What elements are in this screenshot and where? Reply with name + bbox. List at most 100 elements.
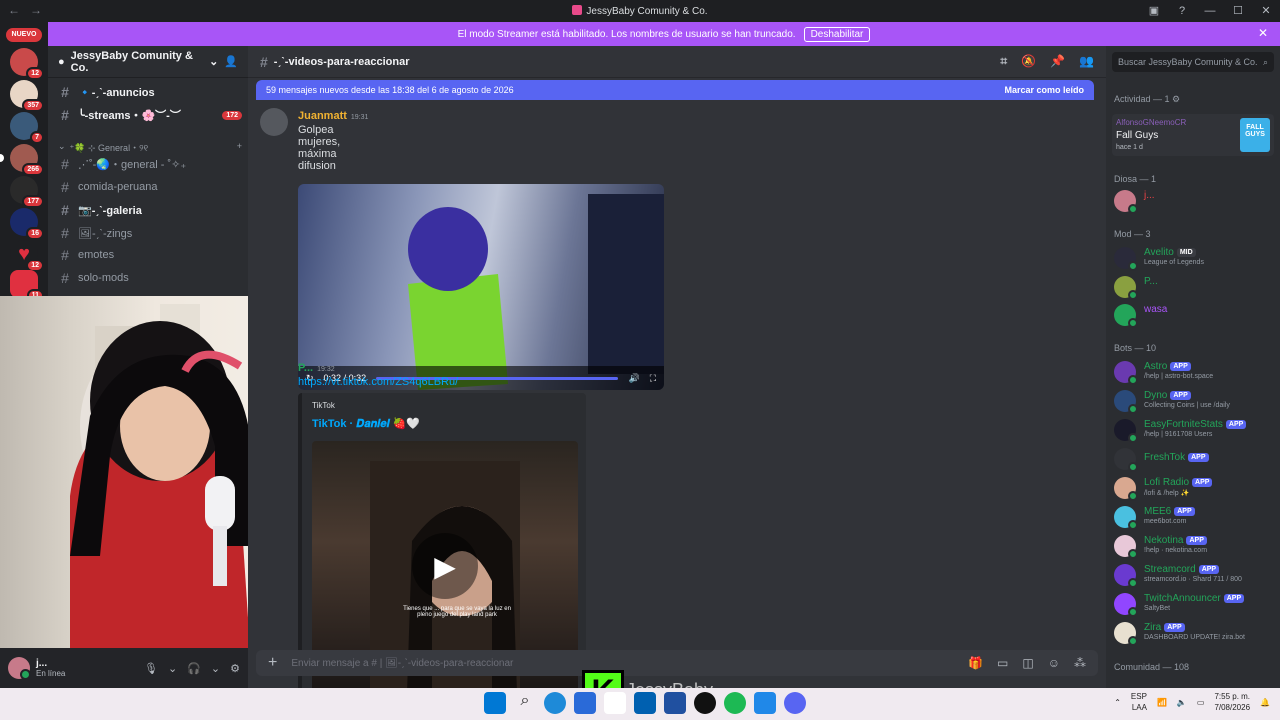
video-frame [408, 194, 664, 390]
server-badge: 266 [22, 163, 44, 176]
pin-icon[interactable]: 📌 [1050, 54, 1065, 69]
channel-item[interactable]: # 🖼-ˏˋ-zings [58, 223, 242, 243]
search-input[interactable]: Buscar JessyBaby Comunity & Co. ⌕ [1112, 52, 1274, 72]
member-item[interactable]: EasyFortniteStats APP/help | 9161708 User… [1114, 417, 1278, 443]
member-item[interactable]: Dyno APP Collecting Coins | use /daily [1114, 388, 1278, 414]
inbox-icon[interactable]: ▣ [1140, 0, 1168, 22]
embed-title[interactable]: TikTok · 𝑫𝒂𝒏𝒊𝒆𝒍 🍓🤍 [312, 417, 420, 431]
emoji-icon[interactable]: ☺ [1048, 656, 1060, 670]
message-composer[interactable]: + Enviar mensaje a # | 🖼-ˏˋ-videos-para-… [256, 650, 1098, 676]
member-item[interactable]: FreshTok APP [1114, 446, 1278, 472]
app-tag: APP [1186, 536, 1207, 545]
channel-item[interactable]: # 🔹-ˏˋ-anuncios [58, 82, 242, 102]
member-item[interactable]: Nekotina APP !help · nekotina.com [1114, 533, 1278, 559]
gif-icon[interactable]: ▭ [997, 656, 1008, 670]
apps-icon[interactable]: ⁂ [1074, 656, 1086, 670]
server-icon[interactable]: 16 [10, 208, 44, 240]
threads-icon[interactable]: ⌗ [1000, 54, 1007, 69]
battery-icon[interactable]: ▭ [1197, 698, 1205, 707]
app-icon[interactable] [604, 692, 626, 714]
app-tag: APP [1225, 420, 1247, 429]
wifi-icon[interactable]: 📶 [1157, 698, 1167, 707]
volume-icon[interactable]: 🔈 [1177, 698, 1187, 707]
video-player[interactable]: ↻ 0:32 / 0:32 🔊 ⛶ [298, 184, 664, 390]
member-item[interactable]: Zira APP DASHBOARD UPDATE! zira.bot [1114, 620, 1278, 646]
member-item[interactable]: Streamcord APP streamcord.io · Shard 711 /… [1114, 562, 1278, 588]
gift-icon[interactable]: 🎁 [968, 656, 983, 670]
app-store-icon[interactable] [754, 692, 776, 714]
window-controls: ▣ ? — ☐ ✕ [1140, 0, 1280, 22]
disable-streamer-button[interactable]: Deshabilitar [803, 26, 871, 42]
close-button[interactable]: ✕ [1252, 0, 1280, 22]
discord-icon[interactable] [784, 692, 806, 714]
notification-icon[interactable]: 🔔 [1260, 698, 1270, 707]
mark-read-button[interactable]: Marcar como leído [1004, 85, 1084, 95]
search-icon[interactable]: ⌕ [514, 692, 536, 714]
sticker-icon[interactable]: ◫ [1022, 656, 1033, 670]
category-header[interactable]: ⌄ ⁺🍀 ⊹ General・୨୧ + [58, 141, 242, 154]
channel-item[interactable]: # emotes [58, 245, 242, 265]
close-icon[interactable]: ✕ [1258, 26, 1268, 40]
member-list: Buscar JessyBaby Comunity & Co. ⌕ Activid… [1106, 46, 1280, 688]
member-item[interactable]: Lofi Radio APP/lofi & /help ✨ [1114, 475, 1278, 501]
avatar[interactable] [260, 108, 288, 136]
member-item[interactable]: Avelito MID League of Legends [1114, 245, 1278, 271]
message-input[interactable]: Enviar mensaje a # | 🖼-ˏˋ-videos-para-re… [291, 658, 513, 669]
member-item[interactable]: MEE6 APP mee6bot.com [1114, 504, 1278, 530]
channel-item[interactable]: # ╰-streams・🌸︶-︶ 172 [58, 105, 242, 125]
edge-browser-icon[interactable] [544, 692, 566, 714]
minimize-button[interactable]: — [1196, 0, 1224, 22]
chevron-up-icon[interactable]: ⌃ [1114, 698, 1121, 707]
app-icon[interactable] [664, 692, 686, 714]
app-icon[interactable] [574, 692, 596, 714]
members-icon[interactable]: 👥 [1079, 54, 1094, 69]
heart-server-icon[interactable]: ♥ 12 [10, 240, 44, 272]
member-item[interactable]: j... [1114, 188, 1278, 214]
channel-header: # -ˏˋ-videos-para-reaccionar ⌗ 🔕 📌 👥 [248, 46, 1106, 78]
tiktok-link[interactable]: https://vt.tiktok.com/ZS4q6LBRu/ [298, 376, 458, 388]
server-icon[interactable]: 177 [10, 176, 44, 208]
channel-item[interactable]: # 📷-ˏˋ-galeria [58, 200, 242, 220]
add-channel-icon[interactable]: + [237, 141, 242, 154]
member-item[interactable]: TwitchAnnouncer APP SaltyBet [1114, 591, 1278, 617]
avatar[interactable] [8, 657, 31, 680]
channel-item[interactable]: # ⋰˚-🌏・general - ˚✧₊ [58, 154, 242, 174]
server-icon[interactable]: 7 [10, 112, 44, 144]
maximize-button[interactable]: ☐ [1224, 0, 1252, 22]
mute-bell-icon[interactable]: 🔕 [1021, 54, 1036, 69]
member-item[interactable]: P... [1114, 274, 1278, 300]
chevron-down-icon[interactable]: ⌄ [168, 662, 177, 675]
help-icon[interactable]: ? [1168, 0, 1196, 22]
new-messages-bar[interactable]: 59 mensajes nuevos desde las 18:38 del 6… [256, 80, 1094, 100]
headphones-icon[interactable]: 🎧 [187, 662, 201, 675]
server-icon[interactable]: 11 [10, 270, 44, 302]
clock[interactable]: 7:55 p. m. 7/08/2026 [1214, 691, 1250, 713]
mail-icon[interactable] [634, 692, 656, 714]
chevron-down-icon[interactable]: ⌄ [211, 662, 220, 675]
server-icon[interactable]: 357 [10, 80, 44, 112]
server-icon[interactable]: 266 [10, 144, 44, 176]
fullscreen-icon[interactable]: ⛶ [650, 373, 656, 384]
volume-icon[interactable]: 🔊 [628, 373, 639, 384]
channel-item[interactable]: # comida-peruana [58, 177, 242, 197]
windows-start-icon[interactable] [484, 692, 506, 714]
member-name: MEE6 [1144, 506, 1172, 517]
channel-item[interactable]: # solo-mods [58, 268, 242, 288]
member-item[interactable]: Astro APP/help | astro-bot.space [1114, 359, 1278, 385]
microphone-icon[interactable]: 🎙 [144, 662, 158, 675]
message-author[interactable]: Juanmatt 19:31 [298, 110, 368, 122]
obs-icon[interactable] [694, 692, 716, 714]
gear-icon[interactable]: ⚙ [230, 662, 240, 675]
play-icon[interactable]: ▶ [412, 533, 478, 599]
message-author[interactable]: P... 19:32 [298, 362, 335, 374]
activity-card[interactable]: AlfonsoGNeemoCR Fall Guys hace 1 d FALL … [1112, 114, 1274, 156]
spotify-icon[interactable] [724, 692, 746, 714]
member-item[interactable]: wasa [1114, 302, 1278, 328]
language-indicator[interactable]: ESP LAA [1131, 691, 1147, 713]
user-info[interactable]: j... En línea [36, 658, 65, 678]
gear-icon[interactable]: ⚙ [1172, 94, 1180, 104]
server-header[interactable]: ● JessyBaby Comunity & Co. ⌄ 👤 [48, 46, 248, 78]
add-friend-icon[interactable]: 👤 [224, 55, 238, 68]
add-attachment-icon[interactable]: + [268, 654, 277, 672]
server-icon[interactable]: 12 [10, 48, 44, 80]
